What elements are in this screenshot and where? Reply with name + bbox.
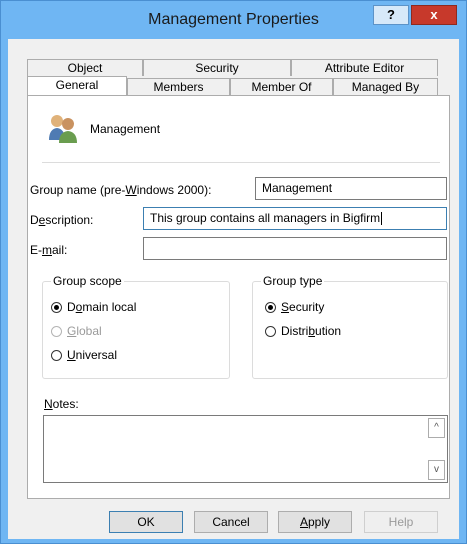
email-label: E-mail:: [30, 243, 68, 257]
tab-security[interactable]: Security: [143, 59, 291, 76]
radio-unchecked-icon: [265, 326, 276, 337]
group-scope-box: Group scope Domain local Global Universa…: [42, 274, 230, 379]
tab-general[interactable]: General: [27, 76, 127, 95]
tab-managed-by[interactable]: Managed By: [333, 78, 438, 95]
close-button[interactable]: x: [411, 5, 457, 25]
radio-universal[interactable]: Universal: [51, 348, 117, 362]
group-name-label: Group name (pre-Windows 2000):: [30, 183, 212, 197]
description-field[interactable]: This group contains all managers in Bigf…: [143, 207, 447, 230]
apply-button[interactable]: Apply: [278, 511, 352, 533]
group-scope-title: Group scope: [51, 274, 124, 288]
radio-checked-icon: [265, 302, 276, 313]
group-type-title: Group type: [261, 274, 325, 288]
title-bar[interactable]: Management Properties ? x: [1, 1, 466, 39]
notes-textarea[interactable]: ^ v: [43, 415, 448, 483]
header-separator: [42, 162, 440, 163]
ok-button[interactable]: OK: [109, 511, 183, 533]
radio-distribution-label: Distribution: [281, 324, 342, 338]
radio-distribution[interactable]: Distribution: [265, 324, 341, 338]
radio-checked-icon: [51, 302, 62, 313]
tab-attribute-editor[interactable]: Attribute Editor: [291, 59, 438, 76]
radio-unchecked-icon: [51, 350, 62, 361]
help-button[interactable]: Help: [364, 511, 438, 533]
radio-unchecked-icon: [51, 326, 62, 337]
dialog-client-area: Object Security Attribute Editor General…: [8, 39, 459, 539]
description-text: This group contains all managers in Bigf…: [150, 211, 381, 225]
general-tab-panel: Management Group name (pre-Windows 2000)…: [27, 95, 450, 499]
scroll-down-arrow-icon[interactable]: v: [428, 460, 445, 480]
radio-universal-label: Universal: [67, 348, 118, 362]
email-field[interactable]: [143, 237, 447, 260]
group-object-name: Management: [90, 122, 161, 136]
text-caret: [381, 212, 383, 226]
radio-domain-local-label: Domain local: [67, 300, 137, 314]
radio-global-label: Global: [67, 324, 102, 338]
group-users-icon: [49, 115, 77, 143]
radio-global[interactable]: Global: [51, 324, 102, 338]
radio-security-label: Security: [281, 300, 325, 314]
tab-member-of[interactable]: Member Of: [230, 78, 333, 95]
scroll-up-arrow-icon[interactable]: ^: [428, 418, 445, 438]
cancel-button[interactable]: Cancel: [194, 511, 268, 533]
tab-members[interactable]: Members: [127, 78, 230, 95]
group-type-box: Group type Security Distribution: [252, 274, 448, 379]
group-name-field[interactable]: Management: [255, 177, 447, 200]
description-label: Description:: [30, 213, 94, 227]
radio-security[interactable]: Security: [265, 300, 324, 314]
radio-domain-local[interactable]: Domain local: [51, 300, 136, 314]
properties-window: Management Properties ? x Object Securit…: [0, 0, 467, 544]
help-title-button[interactable]: ?: [373, 5, 409, 25]
tab-object[interactable]: Object: [27, 59, 143, 76]
notes-label: Notes:: [44, 397, 79, 411]
